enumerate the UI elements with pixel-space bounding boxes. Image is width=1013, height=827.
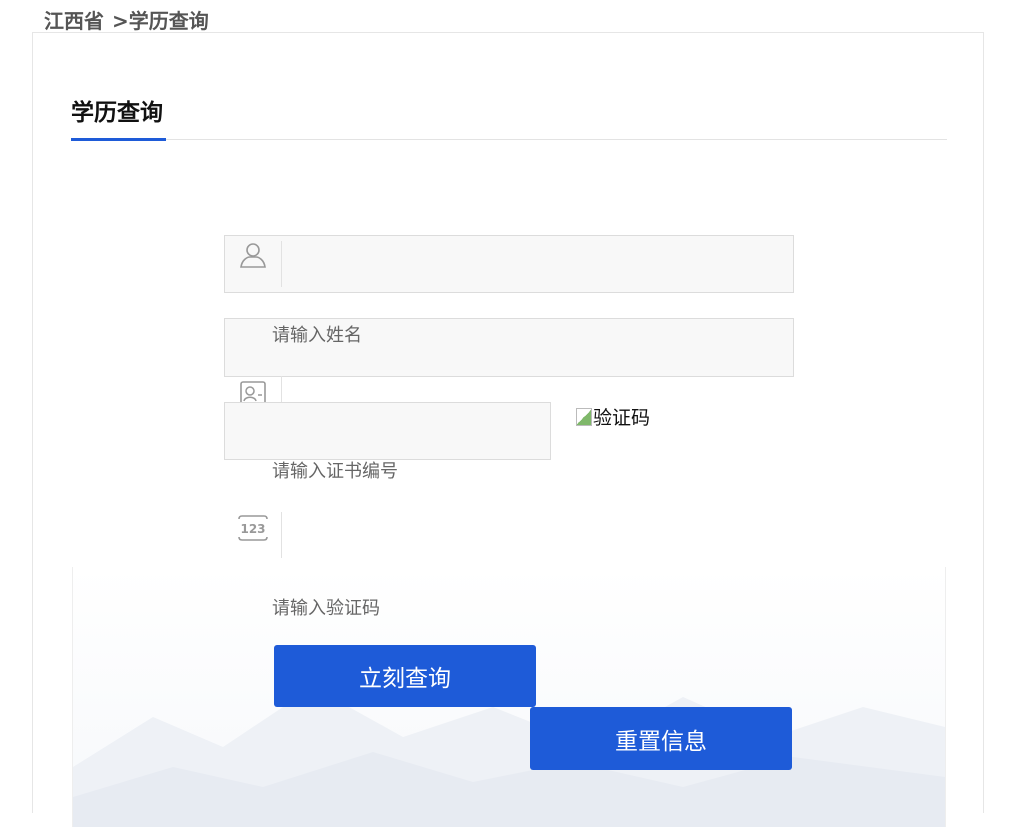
user-icon	[240, 243, 266, 268]
query-button[interactable]: 立刻查询	[274, 645, 536, 707]
reset-button[interactable]: 重置信息	[530, 707, 792, 770]
number-123-icon: 123	[238, 515, 268, 541]
certificate-icon-divider	[281, 376, 282, 404]
certificate-input[interactable]	[224, 402, 551, 460]
breadcrumb: 江西省 >学历查询	[44, 5, 209, 34]
breadcrumb-separator: >	[112, 9, 129, 33]
breadcrumb-province[interactable]: 江西省	[44, 9, 104, 33]
captcha-image-alt: 验证码	[593, 407, 651, 429]
broken-image-icon	[576, 407, 592, 426]
svg-text:123: 123	[240, 522, 265, 536]
captcha-icon-divider	[281, 512, 282, 558]
name-icon-divider	[281, 241, 282, 287]
name-placeholder: 请输入姓名	[272, 325, 362, 346]
title-underline	[71, 138, 166, 141]
certificate-placeholder: 请输入证书编号	[272, 461, 398, 482]
page-title: 学历查询	[71, 100, 163, 126]
captcha-image[interactable]: 验证码	[576, 403, 650, 430]
title-rule	[71, 139, 947, 140]
name-field-box	[224, 235, 794, 293]
captcha-placeholder: 请输入验证码	[272, 598, 380, 619]
breadcrumb-current: 学历查询	[128, 9, 209, 33]
